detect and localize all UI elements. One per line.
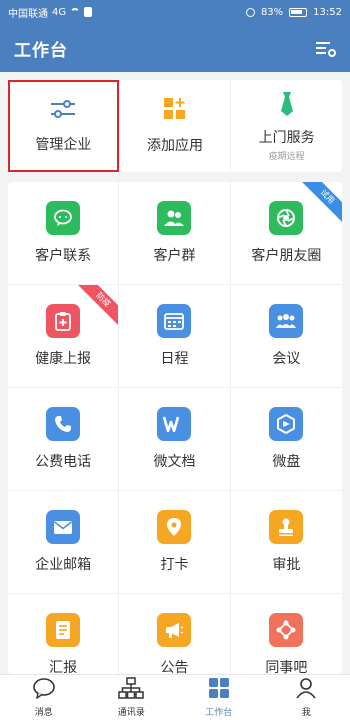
shortcut-label: 上门服务 [258,129,315,146]
app-announcement[interactable]: 公告 [119,594,231,674]
bottom-nav: 消息 通讯录 工作台 我 [0,674,350,720]
app-label: 审批 [272,557,301,573]
stamp-icon [269,510,304,544]
nav-label: 消息 [34,708,53,718]
calendar-icon [157,304,192,338]
app-label: 微文档 [153,454,196,470]
app-check-in[interactable]: 打卡 [119,491,231,594]
message-icon [32,677,56,703]
mail-icon [46,510,81,544]
app-label: 打卡 [160,557,189,573]
clipboard-plus-icon [46,304,81,338]
app-health-report[interactable]: 健康上报 防疫 [8,285,120,388]
battery-icon [289,7,308,17]
nav-me[interactable]: 我 [263,675,350,720]
sliders-icon [49,98,77,124]
network-icon [269,613,304,647]
app-micro-drive[interactable]: 微盘 [230,388,342,491]
app-customer-contact[interactable]: 客户联系 [8,182,120,285]
nav-workbench[interactable]: 工作台 [175,675,263,720]
epidemic-badge: 防疫 [73,285,119,330]
clock: 13:52 [313,6,342,18]
settings-icon[interactable] [314,37,336,59]
app-public-phone[interactable]: 公费电话 [8,388,120,491]
tie-icon [277,91,297,121]
app-label: 会议 [272,351,301,367]
add-app-button[interactable]: 添加应用 [118,80,231,172]
status-bar: 中国联通 4G 83% 13:52 [0,0,350,24]
manage-company-button[interactable]: 管理企业 [8,80,119,172]
report-icon [46,613,81,647]
shortcut-label: 管理企业 [35,137,92,153]
contacts-tree-icon [118,677,144,703]
app-enterprise-mail[interactable]: 企业邮箱 [8,491,120,594]
person-icon [295,677,317,703]
trial-badge: 试用 [297,182,342,227]
nav-label: 工作台 [205,708,233,718]
location-pin-icon [157,510,192,544]
app-approval[interactable]: 审批 [230,491,342,594]
app-label: 客户群 [153,248,196,264]
app-label: 微盘 [272,454,301,470]
group-icon [157,201,192,235]
nav-messages[interactable]: 消息 [0,675,88,720]
app-label: 客户朋友圈 [251,248,322,264]
aperture-icon [269,201,304,235]
drive-icon [269,407,304,441]
megaphone-icon [157,613,192,647]
doc-w-icon [157,407,192,441]
page-title: 工作台 [14,40,68,61]
network-type: 4G [52,6,67,18]
sim-icon [84,7,93,17]
shortcut-sublabel: 疫期远程 [268,151,305,162]
shortcut-label: 添加应用 [147,138,203,154]
app-colleague-bar[interactable]: 同事吧 [231,594,342,674]
app-label: 同事吧 [265,660,308,674]
carrier-label: 中国联通 [8,8,48,20]
app-customer-group[interactable]: 客户群 [119,182,231,285]
apps-grid: 客户联系 客户群 客户朋友圈 试用 健康上报 防疫 日程 会议 公费电话 微文档… [8,182,342,674]
nav-label: 我 [301,708,311,718]
battery-percent: 83% [260,6,284,18]
shortcut-row: 管理企业 添加应用 上门服务 疫期远程 [8,80,342,172]
app-meeting[interactable]: 会议 [230,285,342,388]
app-label: 企业邮箱 [35,557,92,573]
chat-bubble-icon [46,201,81,235]
app-micro-doc[interactable]: 微文档 [119,388,231,491]
app-label: 日程 [160,351,189,367]
meeting-icon [269,304,304,338]
app-label: 汇报 [49,660,78,674]
app-report[interactable]: 汇报 [8,594,120,674]
app-schedule[interactable]: 日程 [119,285,231,388]
wifi-icon [70,8,81,16]
app-customer-moments[interactable]: 客户朋友圈 试用 [230,182,342,285]
app-bar: 工作台 [0,24,350,72]
app-label: 健康上报 [35,351,92,367]
onsite-service-button[interactable]: 上门服务 疫期远程 [230,80,342,172]
nav-contacts[interactable]: 通讯录 [88,675,176,720]
workbench-grid-icon [208,677,230,703]
phone-icon [46,407,81,441]
nav-label: 通讯录 [117,708,145,718]
app-label: 客户联系 [35,248,92,264]
app-label: 公费电话 [35,454,92,470]
add-app-icon [163,97,187,125]
alarm-icon [245,7,255,17]
app-label: 公告 [160,660,189,674]
